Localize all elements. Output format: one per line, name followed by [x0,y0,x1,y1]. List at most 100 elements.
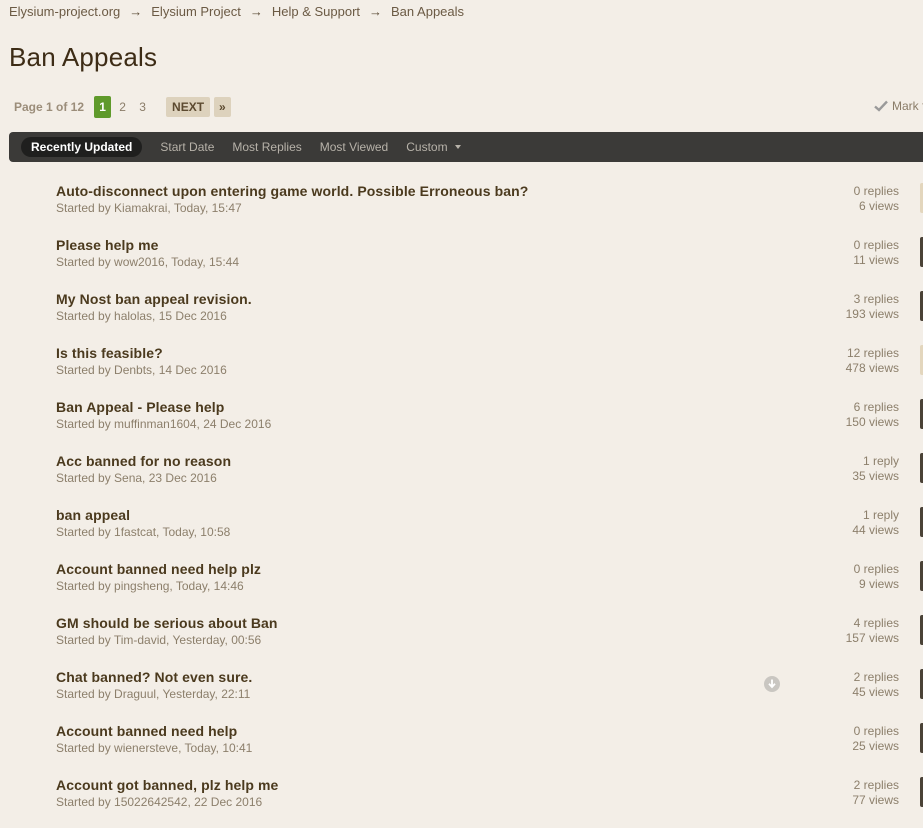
page-link-1[interactable]: 1 [94,96,112,118]
topic-stats: 0 replies 6 views [854,184,899,214]
topic-replies: 0 replies [853,238,899,252]
topic-starter: Started by pingsheng, Today, 14:46 [56,579,244,593]
topic-stats: 0 replies 25 views [852,724,899,754]
topic-views: 35 views [852,469,899,483]
topic-title-link[interactable]: Chat banned? Not even sure. [56,669,252,685]
topic-title-link[interactable]: My Nost ban appeal revision. [56,291,252,307]
topic-views: 478 views [845,361,899,375]
pagination: Page 1 of 12 1 2 3 NEXT » [14,96,231,118]
topic-starter: Started by muffinman1604, 24 Dec 2016 [56,417,272,431]
topic-row: Please help me Started by wow2016, Today… [0,234,923,288]
topic-replies: 4 replies [853,616,899,630]
breadcrumb-item-ban-appeals[interactable]: Ban Appeals [391,4,464,19]
topic-row: Acc banned for no reason Started by Sena… [0,450,923,504]
topic-row: GM should be serious about Ban Started b… [0,612,923,666]
topic-title-link[interactable]: Is this feasible? [56,345,163,361]
topic-starter: Started by halolas, 15 Dec 2016 [56,309,227,323]
breadcrumb-separator: → [369,4,383,19]
topic-replies: 0 replies [853,562,899,576]
topic-title-link[interactable]: Account got banned, plz help me [56,777,278,793]
topic-starter: Started by Kiamakrai, Today, 15:47 [56,201,242,215]
topic-replies: 1 reply [862,508,899,522]
page-link-2[interactable]: 2 [114,96,131,118]
check-icon [874,100,888,112]
last-page-button[interactable]: » [214,97,231,117]
topic-title-link[interactable]: ban appeal [56,507,130,523]
tab-start-date[interactable]: Start Date [160,140,214,154]
topic-views: 11 views [853,253,899,267]
topic-views: 193 views [845,307,899,321]
topic-stats: 12 replies 478 views [846,346,899,376]
breadcrumb-item-help-support[interactable]: Help & Support [272,4,360,19]
topic-replies: 3 replies [853,292,899,306]
topic-stats: 3 replies 193 views [846,292,899,322]
topic-views: 45 views [852,685,899,699]
topic-starter: Started by Draguul, Yesterday, 22:11 [56,687,251,701]
topic-stats: 4 replies 157 views [846,616,899,646]
breadcrumb-separator: → [249,4,263,19]
breadcrumb-item-site[interactable]: Elysium-project.org [9,4,120,19]
chevron-down-icon [454,145,461,149]
next-page-button[interactable]: NEXT [166,97,211,117]
breadcrumb-item-project[interactable]: Elysium Project [151,4,241,19]
topic-stats: 2 replies 77 views [852,778,899,808]
topic-starter: Started by 1fastcat, Today, 10:58 [56,525,231,539]
topic-views: 150 views [845,415,899,429]
topic-stats: 1 reply 44 views [852,508,899,538]
topic-views: 77 views [852,793,899,807]
topic-title-link[interactable]: GM should be serious about Ban [56,615,278,631]
topic-views: 9 views [858,577,899,591]
topic-row: Account banned need help Started by wien… [0,720,923,774]
tab-custom-label: Custom [406,140,448,154]
mark-read-button[interactable]: Mark f [874,99,923,113]
topic-title-link[interactable]: Acc banned for no reason [56,453,231,469]
tab-recently-updated[interactable]: Recently Updated [21,137,143,157]
topic-starter: Started by Sena, 23 Dec 2016 [56,471,217,485]
topic-views: 44 views [852,523,899,537]
topic-replies: 2 replies [853,670,899,684]
topic-row: Account banned need help plz Started by … [0,558,923,612]
topic-row: My Nost ban appeal revision. Started by … [0,288,923,342]
topic-title-link[interactable]: Account banned need help plz [56,561,261,577]
page-link-3[interactable]: 3 [134,96,151,118]
topic-stats: 6 replies 150 views [846,400,899,430]
topic-starter: Started by Denbts, 14 Dec 2016 [56,363,227,377]
tab-custom[interactable]: Custom [406,140,461,154]
topic-starter: Started by wow2016, Today, 15:44 [56,255,240,269]
topic-filter-bar: Recently Updated Start Date Most Replies… [9,132,923,162]
mark-read-label: Mark f [892,99,923,113]
topic-list: Auto-disconnect upon entering game world… [0,180,923,828]
topic-row: ban appeal Started by 1fastcat, Today, 1… [0,504,923,558]
topic-starter: Started by Tim-david, Yesterday, 00:56 [56,633,262,647]
topic-replies: 1 reply [862,454,899,468]
topic-stats: 1 reply 35 views [852,454,899,484]
topic-views: 157 views [845,631,899,645]
topic-views: 6 views [858,199,899,213]
tab-most-viewed[interactable]: Most Viewed [320,140,388,154]
topic-title-link[interactable]: Ban Appeal - Please help [56,399,224,415]
arrow-down-circle-icon[interactable] [764,676,780,692]
topic-stats: 2 replies 45 views [852,670,899,700]
topic-replies: 6 replies [853,400,899,414]
topic-replies: 12 replies [846,346,899,360]
topic-replies: 0 replies [853,724,899,738]
topic-replies: 2 replies [853,778,899,792]
topic-title-link[interactable]: Auto-disconnect upon entering game world… [56,183,528,199]
topic-stats: 0 replies 11 views [853,238,899,268]
topic-title-link[interactable]: Please help me [56,237,159,253]
topic-row: Account got banned, plz help me Started … [0,774,923,828]
topic-views: 25 views [852,739,899,753]
breadcrumb-separator: → [129,4,143,19]
topic-starter: Started by 15022642542, 22 Dec 2016 [56,795,263,809]
topic-replies: 0 replies [853,184,899,198]
tab-most-replies[interactable]: Most Replies [232,140,301,154]
topic-title-link[interactable]: Account banned need help [56,723,237,739]
breadcrumb: Elysium-project.org → Elysium Project → Help… [9,4,464,19]
page-count-label: Page 1 of 12 [14,100,85,114]
topic-row: Auto-disconnect upon entering game world… [0,180,923,234]
topic-row: Ban Appeal - Please help Started by muff… [0,396,923,450]
topic-row: Is this feasible? Started by Denbts, 14 … [0,342,923,396]
page-title: Ban Appeals [9,42,158,72]
topic-stats: 0 replies 9 views [854,562,899,592]
topic-row: Chat banned? Not even sure. Started by D… [0,666,923,720]
